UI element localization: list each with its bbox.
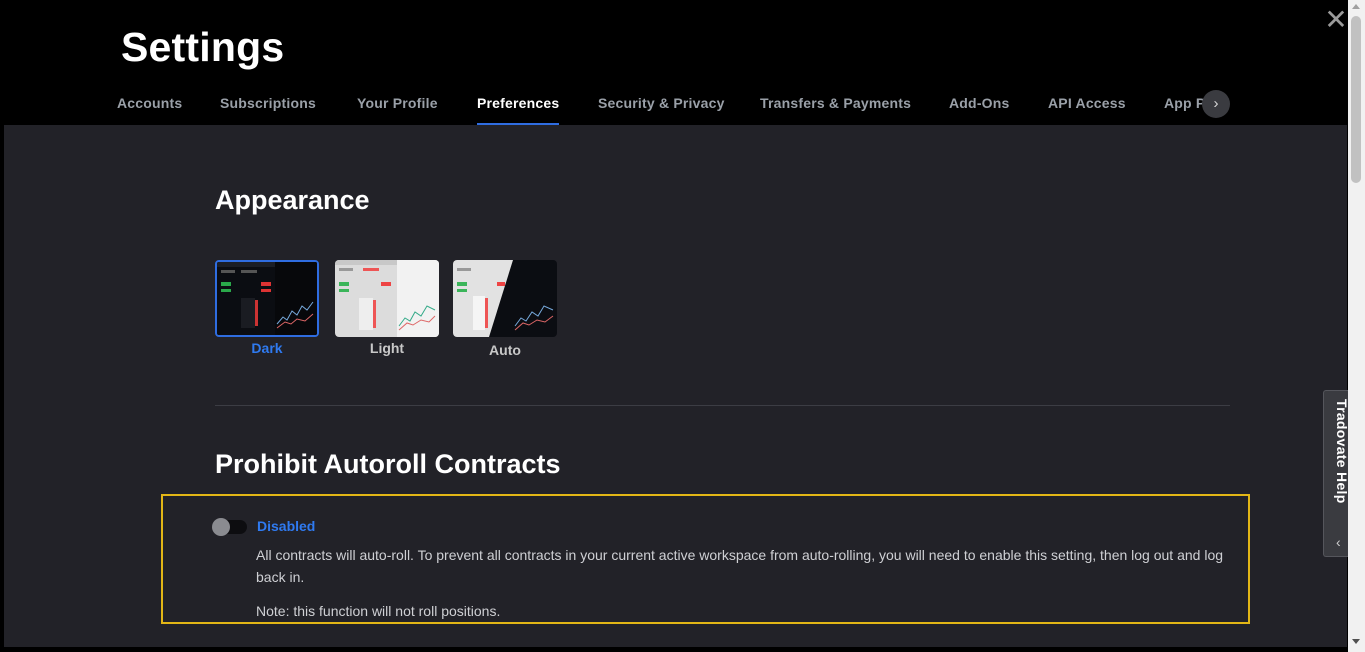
vertical-scrollbar[interactable]: [1348, 0, 1365, 652]
tab-security-privacy[interactable]: Security & Privacy: [598, 94, 725, 125]
tab-add-ons[interactable]: Add-Ons: [949, 94, 1010, 125]
tab-app-partial[interactable]: App P: [1164, 94, 1205, 125]
autoroll-note: Note: this function will not roll positi…: [256, 603, 501, 619]
theme-label-dark: Dark: [251, 340, 283, 356]
dark-preview-graphic: [217, 262, 317, 335]
section-divider: [215, 405, 1230, 406]
page-title: Settings: [121, 24, 285, 70]
tab-transfers-payments[interactable]: Transfers & Payments: [760, 94, 911, 125]
window-bottom-edge: [0, 647, 1348, 652]
theme-preview-light: [335, 260, 439, 337]
tab-preferences[interactable]: Preferences: [477, 94, 560, 125]
settings-content: Appearance Dark Light Auto Prohibit Auto…: [4, 125, 1347, 647]
autoroll-description: All contracts will auto-roll. To prevent…: [256, 547, 1224, 585]
tab-accounts[interactable]: Accounts: [117, 94, 182, 125]
scroll-up-arrow-icon[interactable]: [1352, 4, 1360, 9]
theme-option-light[interactable]: Light: [335, 260, 439, 356]
theme-preview-auto: [453, 260, 557, 337]
close-icon[interactable]: ✕: [1324, 6, 1348, 34]
theme-option-dark[interactable]: Dark: [215, 260, 319, 356]
tab-your-profile[interactable]: Your Profile: [357, 94, 438, 125]
settings-tabs: Accounts Subscriptions Your Profile Pref…: [117, 94, 1222, 125]
appearance-title: Appearance: [215, 185, 370, 215]
autoroll-title: Prohibit Autoroll Contracts: [215, 449, 561, 479]
chevron-left-icon: ‹: [1336, 534, 1341, 550]
toggle-knob: [212, 518, 230, 536]
theme-label-light: Light: [369, 340, 405, 356]
autoroll-toggle-label: Disabled: [257, 518, 316, 534]
chevron-right-icon[interactable]: ›: [1202, 90, 1230, 118]
auto-preview-graphic: [453, 260, 557, 337]
theme-preview-dark: [215, 260, 319, 337]
light-preview-graphic: [335, 260, 439, 337]
theme-label-auto: Auto: [489, 342, 521, 358]
scroll-down-arrow-icon[interactable]: [1352, 639, 1360, 644]
tab-api-access[interactable]: API Access: [1048, 94, 1126, 125]
tab-subscriptions[interactable]: Subscriptions: [220, 94, 316, 125]
theme-option-auto[interactable]: Auto: [453, 260, 557, 358]
autoroll-toggle[interactable]: [212, 518, 247, 536]
scrollbar-thumb[interactable]: [1351, 16, 1361, 183]
